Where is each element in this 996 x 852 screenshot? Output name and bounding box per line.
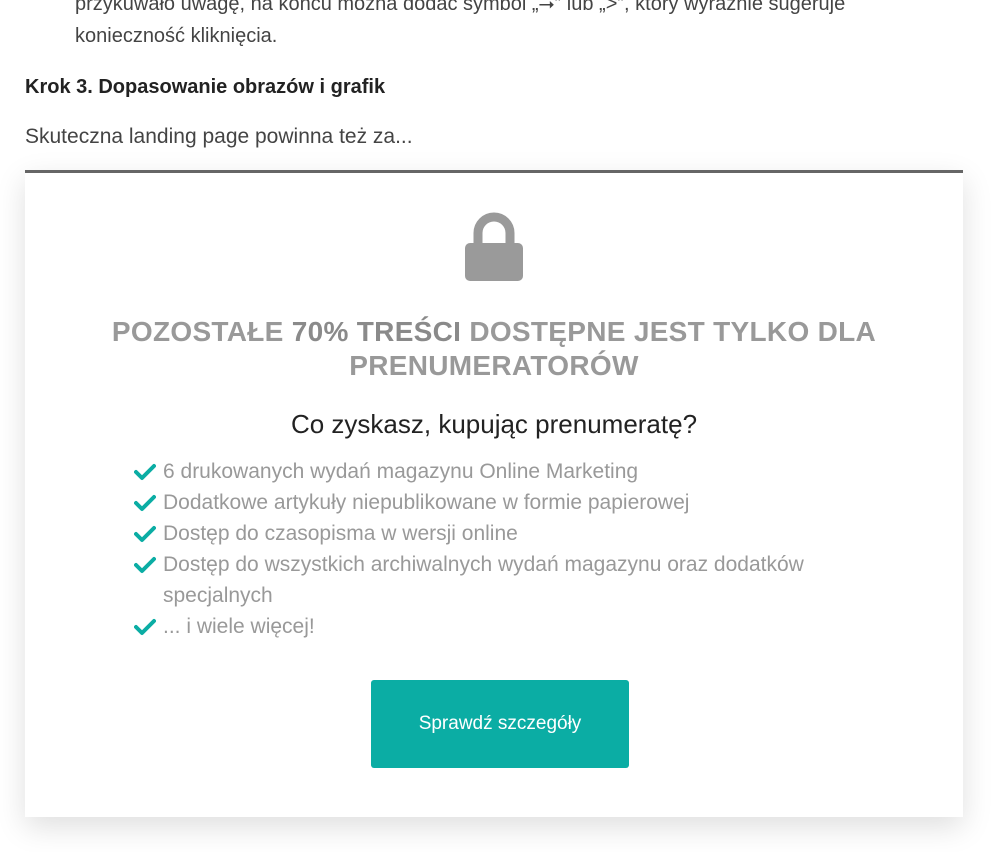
benefit-item: Dostęp do wszystkich archiwalnych wydań … [132,549,872,611]
check-icon [134,464,156,480]
benefit-item: ... i wiele więcej! [132,611,872,642]
paywall-box: POZOSTAŁE 70% TREŚCI DOSTĘPNE JEST TYLKO… [25,170,963,817]
benefit-item: Dodatkowe artykuły niepublikowane w form… [132,487,872,518]
article: przykuwało uwagę, na końcu można dodać s… [0,0,996,852]
benefit-text: Dostęp do czasopisma w wersji online [163,522,518,545]
benefit-item: Dostęp do czasopisma w wersji online [132,518,872,549]
title-highlight: 70% TREŚCI [291,316,462,347]
benefits-heading: Co zyskasz, kupując prenumeratę? [290,409,698,439]
benefit-text: Dodatkowe artykuły niepublikowane w form… [163,491,690,514]
benefit-item: 6 drukowanych wydań magazynu Online Mark… [132,456,872,487]
check-icon [134,619,156,635]
check-icon [134,526,156,542]
benefit-text: 6 drukowanych wydań magazynu Online Mark… [163,460,639,483]
teaser-text: Skuteczna landing page powinna też za... [25,125,413,148]
benefits-list: 6 drukowanych wydań magazynu Online Mark… [132,456,872,642]
benefit-text: ... i wiele więcej! [163,615,315,638]
check-icon [134,557,156,573]
benefit-text: Dostęp do wszystkich archiwalnych wydań … [163,553,804,607]
check-icon [134,495,156,511]
previous-paragraph: przykuwało uwagę, na końcu można dodać s… [75,0,846,47]
step-heading: Krok 3. Dopasowanie obrazów i grafik [25,76,386,98]
lock-icon [465,212,523,281]
check-details-button[interactable]: Sprawdź szczegóły [371,680,629,768]
paywall-title: POZOSTAŁE 70% TREŚCI DOSTĘPNE JEST TYLKO… [65,315,923,383]
title-part-1: POZOSTAŁE [111,316,292,347]
